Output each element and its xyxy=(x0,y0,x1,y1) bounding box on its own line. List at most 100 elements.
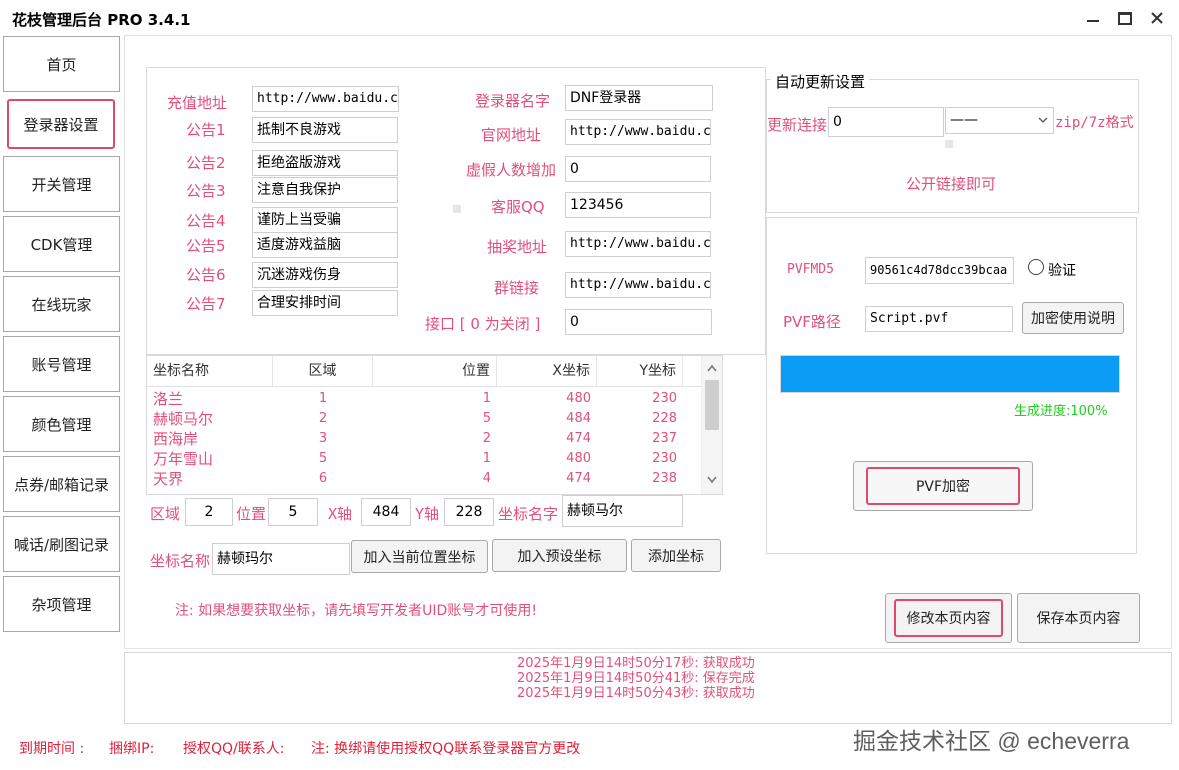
table-row[interactable]: 赫顿马尔 2 5 484 228 xyxy=(147,409,722,429)
nav-cdk-management[interactable]: CDK管理 xyxy=(3,216,120,272)
notice1-label: 公告1 xyxy=(186,121,226,139)
table-cell: 3 xyxy=(318,431,328,446)
modify-page-button-frame[interactable]: 修改本页内容 xyxy=(885,593,1012,643)
close-button[interactable] xyxy=(1144,6,1170,30)
recharge-input[interactable]: http://www.baidu.co xyxy=(252,86,399,112)
col-coord-name[interactable]: 坐标名称 xyxy=(147,356,273,386)
pvf-encrypt-button-frame[interactable]: PVF加密 xyxy=(853,461,1033,511)
small-checkbox-2[interactable] xyxy=(945,140,953,148)
table-row[interactable]: 西海岸 3 2 474 237 xyxy=(147,429,722,449)
notice1-input[interactable]: 抵制不良游戏 xyxy=(252,117,398,143)
table-cell: 484 xyxy=(566,411,591,426)
website-input[interactable]: http://www.baidu.cc xyxy=(565,119,711,145)
save-page-button[interactable]: 保存本页内容 xyxy=(1017,593,1140,643)
notice4-label: 公告4 xyxy=(186,212,226,230)
launcher-name-input[interactable]: DNF登录器 xyxy=(565,85,713,111)
area-label: 区域 xyxy=(150,505,181,523)
verify-radio[interactable] xyxy=(1028,259,1044,275)
table-cell: 2 xyxy=(318,411,328,426)
col-position[interactable]: 位置 xyxy=(373,356,497,386)
nav-points-mail-records[interactable]: 点券/邮箱记录 xyxy=(3,456,120,512)
modify-page-button[interactable]: 修改本页内容 xyxy=(894,599,1003,637)
notice4-input[interactable]: 谨防上当受骗 xyxy=(252,207,398,233)
area-input[interactable]: 2 xyxy=(185,498,233,526)
nav-home[interactable]: 首页 xyxy=(3,36,120,92)
table-cell: 1 xyxy=(318,391,328,406)
coord-name-input[interactable]: 赫顿马尔 xyxy=(562,495,683,527)
group-input[interactable]: http://www.baidu.cc xyxy=(565,272,711,298)
rebind-note: 注: 换绑请使用授权QQ联系登录器官方更改 xyxy=(311,741,581,757)
maximize-icon xyxy=(1118,11,1132,25)
scroll-down-icon[interactable] xyxy=(707,476,717,484)
coord-name2-input[interactable]: 赫顿玛尔 xyxy=(212,543,350,575)
website-label: 官网地址 xyxy=(481,126,542,144)
update-format-value: —— xyxy=(950,112,978,128)
table-row[interactable]: 洛兰 1 1 480 230 xyxy=(147,389,722,409)
scroll-up-icon[interactable] xyxy=(707,364,717,372)
log-line: 2025年1月9日14时50分17秒: 获取成功 xyxy=(517,656,755,671)
add-preset-coord-button[interactable]: 加入预设坐标 xyxy=(492,539,627,572)
port-input[interactable]: 0 xyxy=(565,309,712,335)
table-cell: 西海岸 xyxy=(153,430,199,448)
coord-table: 坐标名称 区域 位置 X坐标 Y坐标 洛兰 1 1 480 230 赫顿马尔 2 5 484 22… xyxy=(146,355,723,495)
col-area[interactable]: 区域 xyxy=(273,356,373,386)
maximize-button[interactable] xyxy=(1112,6,1138,30)
nav-misc-management[interactable]: 杂项管理 xyxy=(3,576,120,632)
add-coord-button[interactable]: 添加坐标 xyxy=(631,539,721,572)
nav-shout-map-records[interactable]: 喊话/刷图记录 xyxy=(3,516,120,572)
pvf-encrypt-button[interactable]: PVF加密 xyxy=(866,467,1020,505)
pvf-progress-bar xyxy=(780,355,1120,393)
notice6-input[interactable]: 沉迷游戏伤身 xyxy=(252,262,398,288)
y-label: Y轴 xyxy=(415,505,440,523)
table-cell: 238 xyxy=(652,471,677,486)
lottery-input[interactable]: http://www.baidu.cc xyxy=(565,231,711,257)
table-row[interactable]: 万年雪山 5 1 480 230 xyxy=(147,449,722,469)
uid-note: 注: 如果想要获取坐标，请先填写开发者UID账号才可使用! xyxy=(175,603,537,619)
nav-online-players[interactable]: 在线玩家 xyxy=(3,276,120,332)
nav-launcher-settings[interactable]: 登录器设置 xyxy=(7,99,115,149)
x-input[interactable]: 484 xyxy=(361,498,411,526)
update-link-input[interactable]: 0 xyxy=(828,107,944,137)
pvf-md5-input[interactable]: 90561c4d78dcc39bcaa xyxy=(865,257,1014,284)
table-cell: 1 xyxy=(482,391,491,406)
y-input[interactable]: 228 xyxy=(444,498,494,526)
fake-count-input[interactable]: 0 xyxy=(565,156,711,182)
table-scrollbar[interactable] xyxy=(701,356,722,494)
notice5-label: 公告5 xyxy=(186,237,226,255)
pvf-progress-label: 生成进度:100% xyxy=(1014,404,1108,419)
verify-label: 验证 xyxy=(1048,263,1076,279)
pvf-path-input[interactable]: Script.pvf xyxy=(865,306,1013,332)
notice2-input[interactable]: 拒绝盗版游戏 xyxy=(252,150,398,176)
update-link-label: 更新连接 xyxy=(767,116,828,134)
auth-qq-label: 授权QQ/联系人: xyxy=(183,741,285,757)
col-y[interactable]: Y坐标 xyxy=(597,356,683,386)
table-cell: 480 xyxy=(566,451,591,466)
add-current-coord-button[interactable]: 加入当前位置坐标 xyxy=(351,540,488,573)
nav-color-management[interactable]: 颜色管理 xyxy=(3,396,120,452)
minimize-button[interactable] xyxy=(1080,6,1106,30)
window-title: 花枝管理后台 PRO 3.4.1 xyxy=(12,11,191,29)
scroll-thumb[interactable] xyxy=(705,380,719,430)
table-row[interactable]: 天界 6 4 474 238 xyxy=(147,469,722,489)
table-cell: 赫顿马尔 xyxy=(153,410,214,428)
pvf-progress-fill xyxy=(781,356,1119,392)
pos-input[interactable]: 5 xyxy=(268,498,318,526)
table-cell: 474 xyxy=(566,471,591,486)
table-cell: 480 xyxy=(566,391,591,406)
nav-account-management[interactable]: 账号管理 xyxy=(3,336,120,392)
table-cell: 5 xyxy=(482,411,491,426)
notice3-input[interactable]: 注意自我保护 xyxy=(252,177,398,203)
nav-switch-management[interactable]: 开关管理 xyxy=(3,156,120,212)
col-x[interactable]: X坐标 xyxy=(497,356,597,386)
pvf-path-label: PVF路径 xyxy=(783,313,841,331)
notice7-input[interactable]: 合理安排时间 xyxy=(252,290,398,316)
small-checkbox[interactable] xyxy=(453,205,461,213)
coord-name2-label: 坐标名称 xyxy=(150,552,211,570)
notice5-input[interactable]: 适度游戏益脑 xyxy=(252,232,398,258)
log-line: 2025年1月9日14时50分41秒: 保存完成 xyxy=(517,671,755,686)
table-cell: 洛兰 xyxy=(153,390,184,408)
coord-table-header: 坐标名称 区域 位置 X坐标 Y坐标 xyxy=(147,356,722,387)
encrypt-doc-button[interactable]: 加密使用说明 xyxy=(1022,302,1124,334)
update-format-select[interactable]: —— xyxy=(945,107,1054,134)
service-qq-input[interactable]: 123456 xyxy=(565,192,711,218)
